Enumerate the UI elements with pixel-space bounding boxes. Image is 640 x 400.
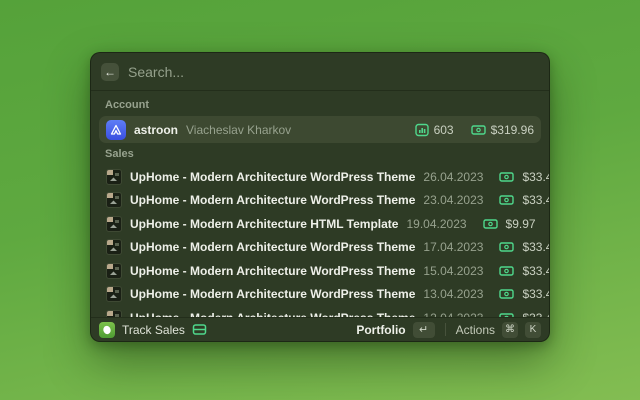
enter-key-badge[interactable]: ↵	[412, 321, 435, 338]
sale-price: $33.49	[522, 240, 549, 255]
sale-date: 13.04.2023	[423, 287, 484, 302]
astroon-logo-icon	[106, 119, 126, 140]
sale-row[interactable]: UpHome - Modern Architecture WordPress T…	[99, 283, 549, 307]
sale-title: UpHome - Modern Architecture WordPress T…	[130, 287, 416, 302]
sale-title: UpHome - Modern Architecture WordPress T…	[130, 263, 416, 278]
balance-stat: $319.96	[470, 122, 534, 137]
sale-row[interactable]: UpHome - Modern Architecture HTML Templa…	[99, 212, 541, 236]
track-sales-app-icon	[99, 321, 115, 338]
command-palette-window: ← Account astroon Viacheslav Kharkov 603	[90, 52, 550, 342]
product-thumbnail-icon	[106, 262, 122, 279]
sale-row[interactable]: UpHome - Modern Architecture WordPress T…	[99, 189, 549, 213]
product-thumbnail-icon	[106, 215, 122, 232]
search-input[interactable]	[128, 63, 539, 80]
banknote-icon	[499, 194, 515, 206]
sales-count-value: 603	[433, 122, 454, 137]
status-bar: Track Sales Portfolio ↵ Actions ⌘ K	[91, 318, 549, 341]
sales-count-stat: 603	[414, 122, 454, 137]
results-list: Account astroon Viacheslav Kharkov 603 $…	[91, 91, 549, 317]
section-label-sales: Sales	[105, 148, 134, 160]
banknote-icon	[482, 218, 498, 230]
sale-date: 26.04.2023	[423, 169, 484, 184]
sale-date: 23.04.2023	[423, 193, 484, 208]
sale-title: UpHome - Modern Architecture WordPress T…	[130, 193, 416, 208]
account-name: astroon	[134, 122, 179, 137]
product-thumbnail-icon	[106, 192, 122, 209]
footer-divider	[444, 323, 446, 336]
banknote-icon	[499, 265, 515, 277]
banknote-icon	[499, 288, 515, 300]
extension-name: Track Sales	[122, 322, 185, 337]
sale-price: $33.49	[522, 169, 549, 184]
sale-row[interactable]: UpHome - Modern Architecture WordPress T…	[99, 259, 549, 283]
sale-row[interactable]: UpHome - Modern Architecture WordPress T…	[99, 306, 549, 317]
actions-button[interactable]: Actions	[456, 323, 495, 337]
sale-row[interactable]: UpHome - Modern Architecture WordPress T…	[99, 165, 549, 189]
arrow-left-icon: ←	[104, 64, 116, 79]
bar-chart-icon	[414, 123, 429, 137]
balance-value: $319.96	[490, 122, 534, 137]
sale-price: $33.49	[522, 287, 549, 302]
sale-date: 19.04.2023	[406, 216, 467, 231]
banknote-icon	[470, 124, 486, 136]
command-key-badge[interactable]: ⌘	[502, 321, 518, 338]
sale-date: 15.04.2023	[423, 263, 484, 278]
sale-title: UpHome - Modern Architecture WordPress T…	[130, 169, 416, 184]
product-thumbnail-icon	[106, 309, 122, 317]
sale-date: 17.04.2023	[423, 240, 484, 255]
account-row[interactable]: astroon Viacheslav Kharkov 603 $319.96	[99, 116, 541, 143]
product-thumbnail-icon	[106, 286, 122, 303]
section-label-account: Account	[105, 99, 149, 111]
sale-title: UpHome - Modern Architecture HTML Templa…	[130, 216, 399, 231]
sale-row[interactable]: UpHome - Modern Architecture WordPress T…	[99, 236, 549, 260]
banknote-icon	[499, 171, 515, 183]
sale-title: UpHome - Modern Architecture WordPress T…	[130, 240, 416, 255]
product-thumbnail-icon	[106, 239, 122, 256]
primary-action-label[interactable]: Portfolio	[356, 323, 405, 337]
sale-price: $33.49	[522, 263, 549, 278]
account-subtitle: Viacheslav Kharkov	[186, 122, 292, 137]
k-key-badge[interactable]: K	[525, 321, 541, 338]
search-bar: ←	[91, 53, 549, 90]
banknote-icon	[499, 241, 515, 253]
wallet-icon	[192, 323, 207, 336]
back-button[interactable]: ←	[101, 62, 119, 81]
sale-price: $9.97	[505, 216, 536, 231]
product-thumbnail-icon	[106, 168, 122, 185]
sale-price: $33.49	[522, 193, 549, 208]
